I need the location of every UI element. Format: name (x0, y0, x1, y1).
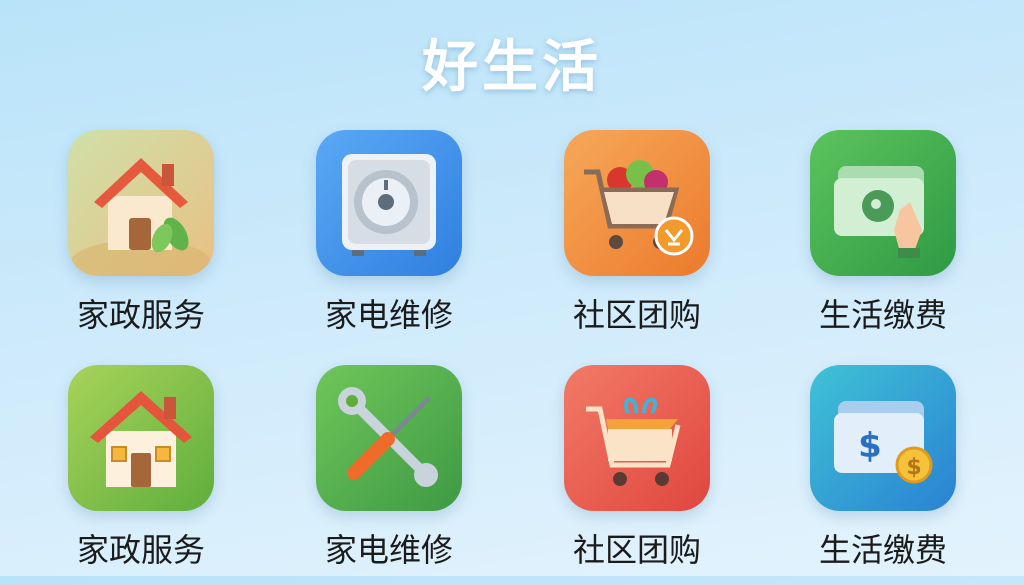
svg-text:$: $ (906, 455, 921, 480)
money-card-icon (810, 130, 956, 276)
house-plant-icon (68, 130, 214, 276)
service-bill-payment-2[interactable]: $ $ 生活缴费 (783, 365, 983, 585)
service-label: 家政服务 (76, 531, 205, 569)
service-label: 社区团购 (572, 531, 701, 569)
service-housekeeping[interactable]: 家政服务 (41, 130, 241, 350)
service-appliance-repair-2[interactable]: 家电维修 (289, 365, 489, 585)
service-label: 社区团购 (572, 296, 701, 334)
service-label: 家政服务 (76, 296, 205, 334)
service-group-buy[interactable]: 社区团购 (537, 130, 737, 350)
tools-icon (316, 365, 462, 511)
page-title: 好生活 (422, 35, 602, 100)
safe-icon (316, 130, 462, 276)
service-label: 生活缴费 (818, 296, 947, 334)
svg-text:$: $ (858, 426, 882, 466)
service-label: 家电维修 (324, 531, 453, 569)
service-label: 家电维修 (324, 296, 453, 334)
service-appliance-repair[interactable]: 家电维修 (289, 130, 489, 350)
service-group-buy-2[interactable]: 社区团购 (537, 365, 737, 585)
grocery-cart-icon (564, 130, 710, 276)
service-bill-payment[interactable]: 生活缴费 (783, 130, 983, 350)
dollar-card-icon: $ $ (810, 365, 956, 511)
service-label: 生活缴费 (818, 531, 947, 569)
service-housekeeping-2[interactable]: 家政服务 (41, 365, 241, 585)
shop-cart-icon (564, 365, 710, 511)
house-icon (68, 365, 214, 511)
